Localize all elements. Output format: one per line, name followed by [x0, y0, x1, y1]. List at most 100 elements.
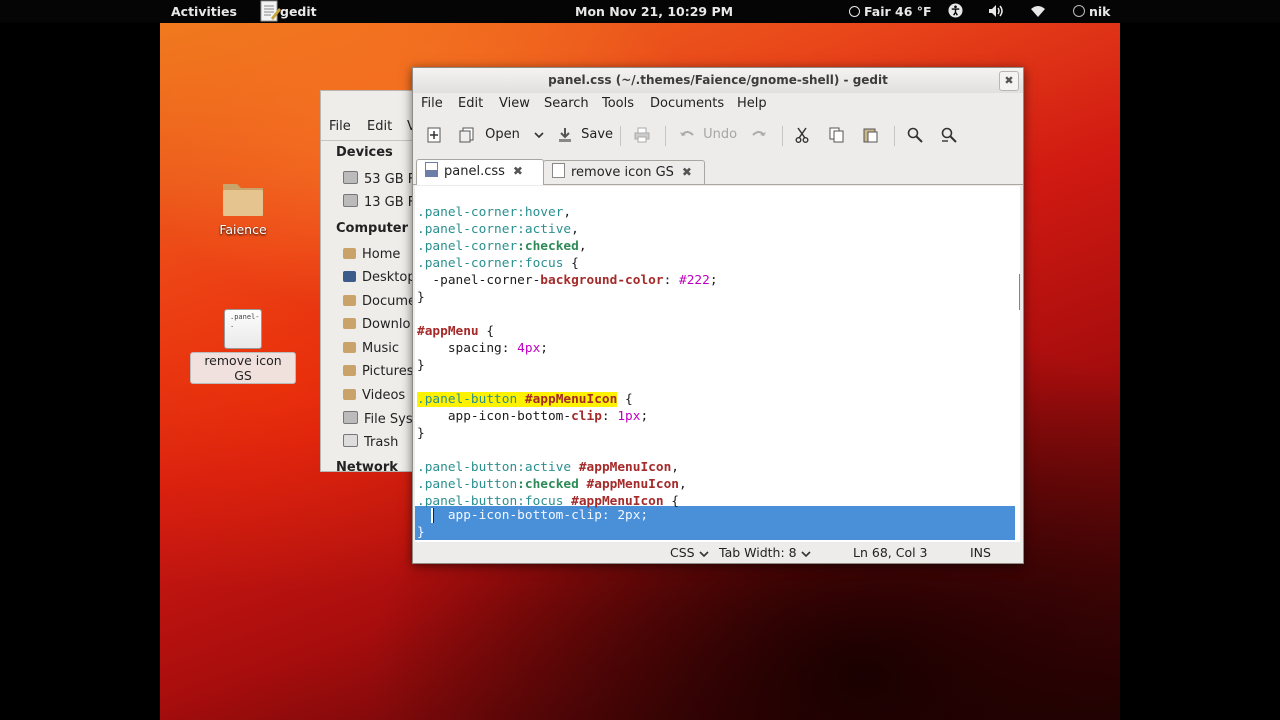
search-replace-icon: [941, 127, 957, 143]
toolbar-separator: [665, 126, 666, 146]
code-line: .panel-corner:focus {: [417, 255, 579, 272]
file-manager-window[interactable]: File Edit V Devices 53 GB Fi 13 GB Fi Co…: [320, 90, 422, 472]
punct: {: [478, 324, 495, 339]
code-line: }: [417, 290, 425, 305]
toolbar: Open Save Undo: [413, 116, 1023, 154]
app-menu-label[interactable]: gedit: [280, 4, 317, 19]
sidebar-item-home[interactable]: Home: [343, 247, 400, 262]
user-menu[interactable]: nik: [1073, 4, 1111, 19]
close-tab-icon[interactable]: ✖: [682, 165, 692, 179]
code-line: .panel-corner:checked,: [417, 238, 587, 255]
punct: [579, 477, 587, 492]
folder-icon: [223, 184, 263, 216]
menu-help[interactable]: Help: [737, 96, 767, 111]
gedit-app-icon[interactable]: [259, 0, 281, 25]
tab-panel-css[interactable]: panel.css ✖: [416, 159, 544, 185]
cut-button[interactable]: [795, 123, 809, 147]
undo-button[interactable]: Undo: [679, 123, 737, 147]
sidebar-item-pictures[interactable]: Pictures: [343, 364, 413, 379]
undo-icon: [680, 130, 694, 136]
print-icon: [634, 127, 650, 142]
sidebar-item-label: Docume: [362, 294, 417, 309]
punct: ;: [640, 409, 649, 424]
drive-icon: [343, 171, 358, 184]
sidebar-item-downloads[interactable]: Downlo: [343, 317, 410, 332]
volume-icon[interactable]: [988, 4, 1004, 21]
find-button[interactable]: [907, 123, 923, 147]
css-selector: .panel-button: [417, 477, 518, 492]
language-label: CSS: [670, 545, 695, 560]
find-replace-button[interactable]: [941, 123, 957, 147]
accessibility-icon[interactable]: [948, 3, 963, 21]
sidebar-item-music[interactable]: Music: [343, 341, 399, 356]
close-icon: ✖: [1004, 74, 1014, 87]
paste-button[interactable]: [863, 123, 878, 147]
tab-width-selector[interactable]: Tab Width: 8: [719, 545, 811, 560]
open-button[interactable]: Open: [459, 123, 544, 147]
desktop-icon-faience[interactable]: Faience: [200, 178, 286, 237]
copy-button[interactable]: [829, 123, 844, 147]
css-property-keyword: background-color: [540, 273, 664, 288]
window-title[interactable]: panel.css (~/.themes/Faience/gnome-shell…: [413, 68, 1023, 93]
css-pseudo: :focus: [517, 256, 564, 271]
open-recent-dropdown[interactable]: [534, 127, 544, 142]
new-document-button[interactable]: [427, 123, 441, 147]
tab-remove-icon-gs[interactable]: remove icon GS ✖: [543, 160, 705, 184]
code-line: .panel-corner:hover,: [417, 204, 571, 221]
print-button[interactable]: [634, 123, 650, 147]
menu-search[interactable]: Search: [544, 96, 589, 111]
menu-edit[interactable]: Edit: [458, 96, 483, 111]
sidebar-item-drive-53gb[interactable]: 53 GB Fi: [343, 171, 418, 187]
sidebar-header-devices: Devices: [336, 145, 393, 160]
sidebar-item-trash[interactable]: Trash: [343, 434, 398, 450]
sidebar-item-label: Trash: [364, 435, 399, 450]
code-line: .panel-corner:active,: [417, 221, 579, 238]
weather-indicator[interactable]: Fair 46 °F: [849, 4, 932, 19]
sidebar-item-label: 13 GB Fi: [364, 195, 418, 210]
menu-file[interactable]: File: [421, 96, 443, 111]
wifi-icon[interactable]: [1030, 4, 1046, 21]
menu-documents[interactable]: Documents: [650, 96, 724, 111]
sidebar-item-drive-13gb[interactable]: 13 GB Fi: [343, 194, 418, 210]
toolbar-separator: [782, 126, 783, 146]
activities-button[interactable]: Activities: [171, 4, 237, 19]
scrollbar-thumb[interactable]: [1019, 274, 1020, 310]
chevron-down-icon: [699, 550, 709, 557]
redo-button[interactable]: [751, 123, 767, 147]
pictures-folder-icon: [343, 365, 356, 376]
sidebar-item-label: Videos: [362, 388, 406, 403]
user-name: nik: [1089, 4, 1111, 19]
save-button[interactable]: Save: [557, 123, 613, 147]
sidebar-item-desktop[interactable]: Desktop: [343, 270, 416, 285]
desktop-icon-label: remove icon GS: [190, 352, 296, 384]
css-property: spacing:: [417, 341, 518, 356]
sidebar-item-documents[interactable]: Docume: [343, 294, 416, 309]
gedit-window[interactable]: panel.css (~/.themes/Faience/gnome-shell…: [412, 67, 1024, 564]
close-tab-icon[interactable]: ✖: [513, 164, 523, 178]
code-editor[interactable]: .panel-corner:hover, .panel-corner:activ…: [415, 186, 1020, 542]
close-window-button[interactable]: ✖: [999, 71, 1019, 91]
desktop-icon-remove-icon-gs[interactable]: .panel-. remove icon GS: [190, 309, 296, 384]
punct: ,: [671, 460, 679, 475]
code-line: app-icon-bottom-clip: 1px;: [417, 408, 648, 425]
css-pseudo: :checked: [517, 239, 579, 254]
text-cursor-icon: [431, 508, 434, 523]
css-selector: .panel-button: [417, 460, 518, 475]
paste-icon: [863, 128, 878, 142]
language-selector[interactable]: CSS: [670, 545, 709, 560]
menu-tools[interactable]: Tools: [602, 96, 634, 111]
code-line: .panel-button:checked #appMenuIcon,: [417, 476, 687, 493]
css-pseudo: :active: [517, 460, 572, 475]
clock[interactable]: Mon Nov 21, 10:29 PM: [575, 4, 733, 19]
sidebar-item-file-system[interactable]: File Syst: [343, 411, 418, 427]
sidebar-item-videos[interactable]: Videos: [343, 388, 405, 403]
punct: ,: [578, 239, 587, 254]
nautilus-menu-edit[interactable]: Edit: [367, 119, 392, 134]
nautilus-menu-file[interactable]: File: [329, 119, 351, 134]
sidebar-item-label: 53 GB Fi: [364, 172, 418, 187]
code-line: -panel-corner-background-color: #222;: [417, 272, 717, 289]
text-file-icon: [552, 163, 565, 178]
menu-view[interactable]: View: [499, 96, 530, 111]
punct: [571, 460, 579, 475]
css-property-keyword: clip: [571, 409, 602, 424]
